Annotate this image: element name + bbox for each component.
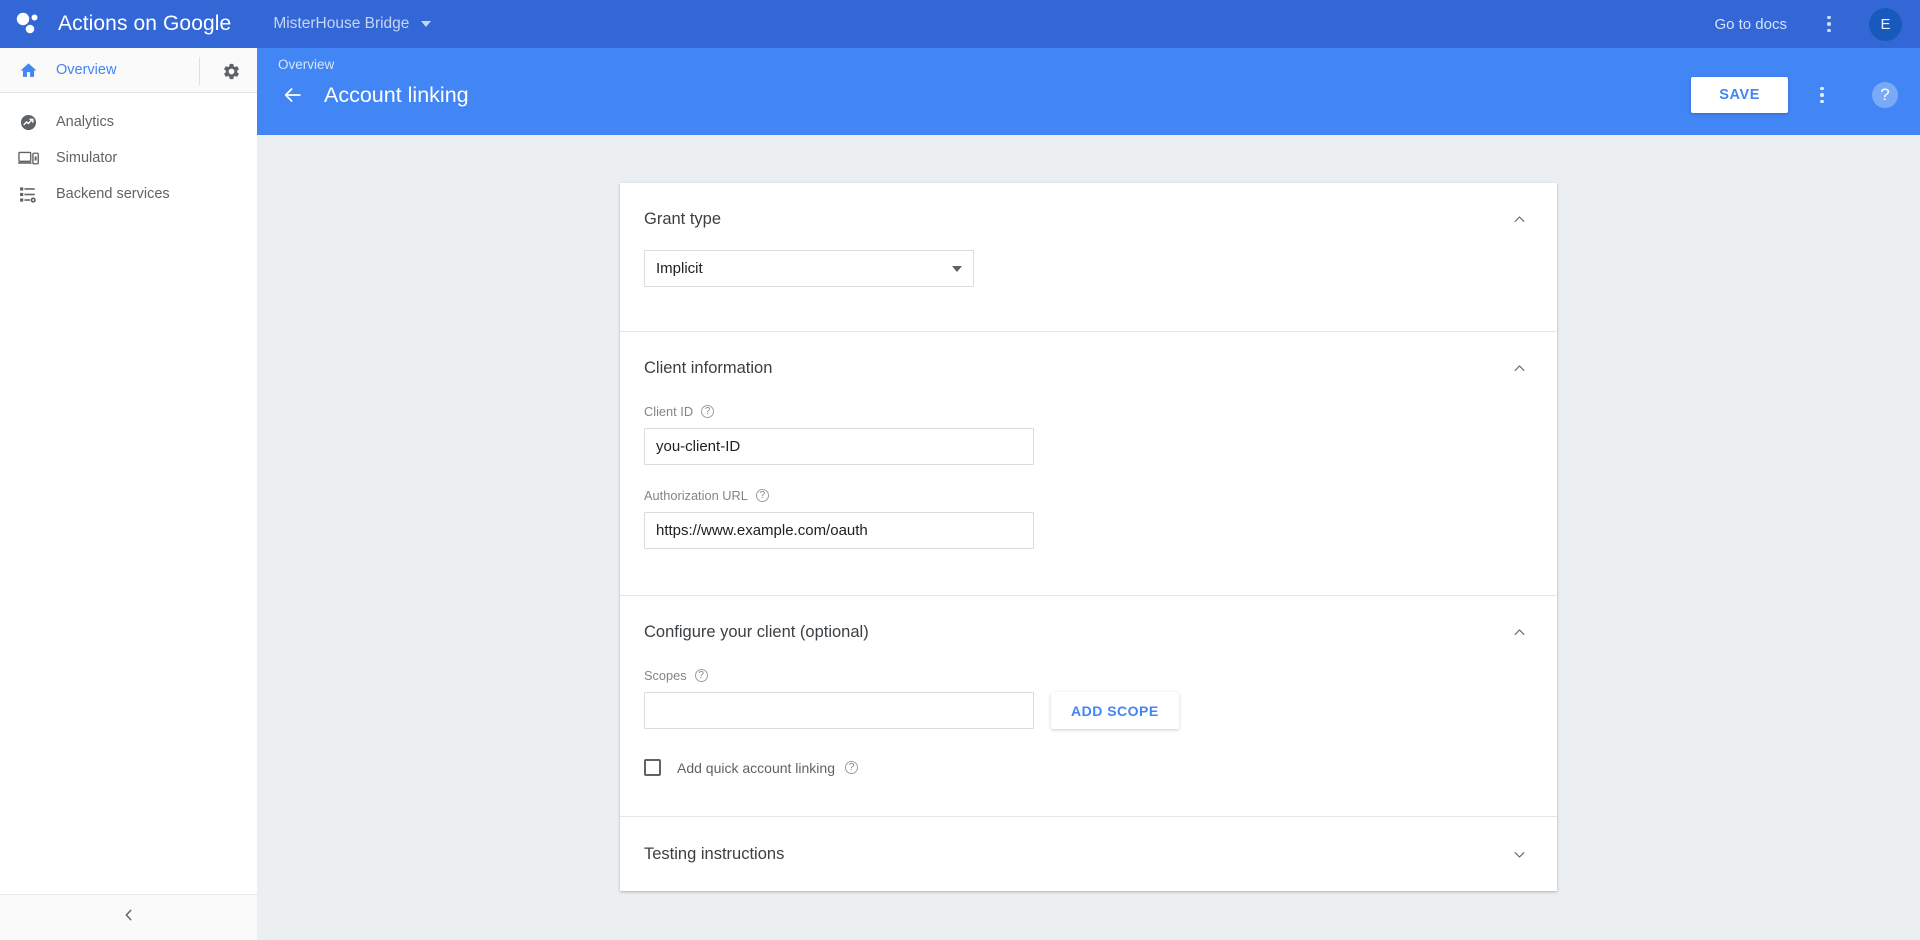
client-id-label: Client ID (644, 404, 694, 419)
sidebar-item-simulator[interactable]: Simulator (0, 140, 257, 176)
sidebar-item-analytics[interactable]: Analytics (0, 104, 257, 140)
chevron-left-icon (121, 907, 137, 928)
gear-icon[interactable] (214, 54, 248, 88)
chevron-up-icon[interactable] (1509, 358, 1529, 378)
google-assistant-dots-logo-icon (0, 0, 56, 48)
quick-account-linking-label: Add quick account linking (677, 759, 835, 776)
quick-account-linking-checkbox[interactable] (644, 759, 661, 776)
scopes-label: Scopes (644, 668, 687, 683)
page-header-actions: SAVE ? (1691, 75, 1898, 115)
page-title-row: Account linking (278, 80, 469, 110)
grant-type-selected-value: Implicit (656, 260, 703, 277)
chevron-down-icon[interactable] (1509, 844, 1529, 864)
top-bar-actions: Go to docs E (1714, 0, 1920, 48)
scopes-row: ADD SCOPE (644, 692, 1533, 729)
sidebar-item-label-backend-services: Backend services (56, 186, 170, 202)
section-title-client-information: Client information (644, 358, 773, 377)
authorization-url-label-row: Authorization URL ? (644, 488, 1533, 503)
section-header-configure-client[interactable]: Configure your client (optional) (620, 596, 1557, 642)
chevron-up-icon[interactable] (1509, 209, 1529, 229)
section-header-testing-instructions[interactable]: Testing instructions (620, 817, 1557, 891)
sidebar-nav-list: Analytics Simulator Backend services (0, 93, 257, 212)
sidebar-item-backend-services[interactable]: Backend services (0, 176, 257, 212)
help-icon[interactable]: ? (1872, 82, 1898, 108)
section-client-information: Client information Client ID ? Authoriza… (620, 332, 1557, 596)
client-id-label-row: Client ID ? (644, 404, 1533, 419)
analytics-icon (0, 113, 56, 132)
project-name: MisterHouse Bridge (273, 15, 410, 32)
quick-account-linking-row: Add quick account linking ? (644, 759, 1533, 776)
arrow-left-icon[interactable] (278, 80, 308, 110)
backend-services-icon (0, 185, 56, 204)
help-icon-scopes[interactable]: ? (694, 669, 708, 682)
simulator-icon (0, 149, 56, 168)
section-title-testing-instructions: Testing instructions (644, 844, 785, 863)
section-testing-instructions: Testing instructions (620, 817, 1557, 891)
authorization-url-label: Authorization URL (644, 488, 748, 503)
section-header-client-information[interactable]: Client information (620, 332, 1557, 378)
project-switcher[interactable]: MisterHouse Bridge (273, 0, 432, 48)
account-linking-card: Grant type Implicit Client information C… (620, 183, 1557, 891)
save-button[interactable]: SAVE (1691, 77, 1788, 113)
authorization-url-input[interactable] (644, 512, 1034, 549)
help-icon-client-id[interactable]: ? (701, 405, 715, 418)
app-title: Actions on Google (58, 12, 232, 35)
section-configure-client: Configure your client (optional) Scopes … (620, 596, 1557, 817)
caret-down-icon (421, 21, 432, 27)
top-bar-kebab-menu-icon[interactable] (1809, 4, 1849, 44)
sidebar-item-label-simulator: Simulator (56, 150, 118, 166)
caret-down-icon (952, 265, 962, 272)
client-id-input[interactable] (644, 428, 1034, 465)
section-body-client-information: Client ID ? Authorization URL ? (620, 378, 1557, 595)
home-icon (0, 61, 56, 80)
help-icon-quick-account-linking[interactable]: ? (845, 761, 858, 774)
page-title: Account linking (324, 82, 469, 107)
sidebar-collapse-button[interactable] (0, 894, 257, 940)
help-icon-authorization-url[interactable]: ? (755, 489, 769, 502)
chevron-up-icon[interactable] (1509, 622, 1529, 642)
page-header-kebab-menu-icon[interactable] (1802, 75, 1842, 115)
sidebar-item-label-overview: Overview (56, 62, 117, 78)
sidebar-item-overview[interactable]: Overview (0, 48, 257, 93)
section-title-configure-client: Configure your client (optional) (644, 622, 869, 641)
scopes-input[interactable] (644, 692, 1034, 729)
section-header-grant-type[interactable]: Grant type (620, 183, 1557, 229)
go-to-docs-link[interactable]: Go to docs (1714, 16, 1787, 33)
sidebar: Overview Analytics Simulator Backend ser… (0, 48, 257, 940)
section-grant-type: Grant type Implicit (620, 183, 1557, 332)
section-body-grant-type: Implicit (620, 229, 1557, 331)
page-header: Overview Account linking SAVE ? (257, 48, 1920, 135)
avatar[interactable]: E (1869, 7, 1902, 41)
section-title-grant-type: Grant type (644, 209, 722, 228)
sidebar-item-label-analytics: Analytics (56, 114, 115, 130)
grant-type-select[interactable]: Implicit (644, 250, 974, 287)
main-content: Grant type Implicit Client information C… (257, 135, 1920, 940)
scopes-label-row: Scopes ? (644, 668, 1533, 683)
sidebar-divider (199, 57, 200, 85)
add-scope-button[interactable]: ADD SCOPE (1051, 692, 1179, 729)
section-body-configure-client: Scopes ? ADD SCOPE Add quick account lin… (620, 642, 1557, 816)
top-app-bar: Actions on Google MisterHouse Bridge Go … (0, 0, 1920, 48)
breadcrumb[interactable]: Overview (278, 57, 334, 72)
